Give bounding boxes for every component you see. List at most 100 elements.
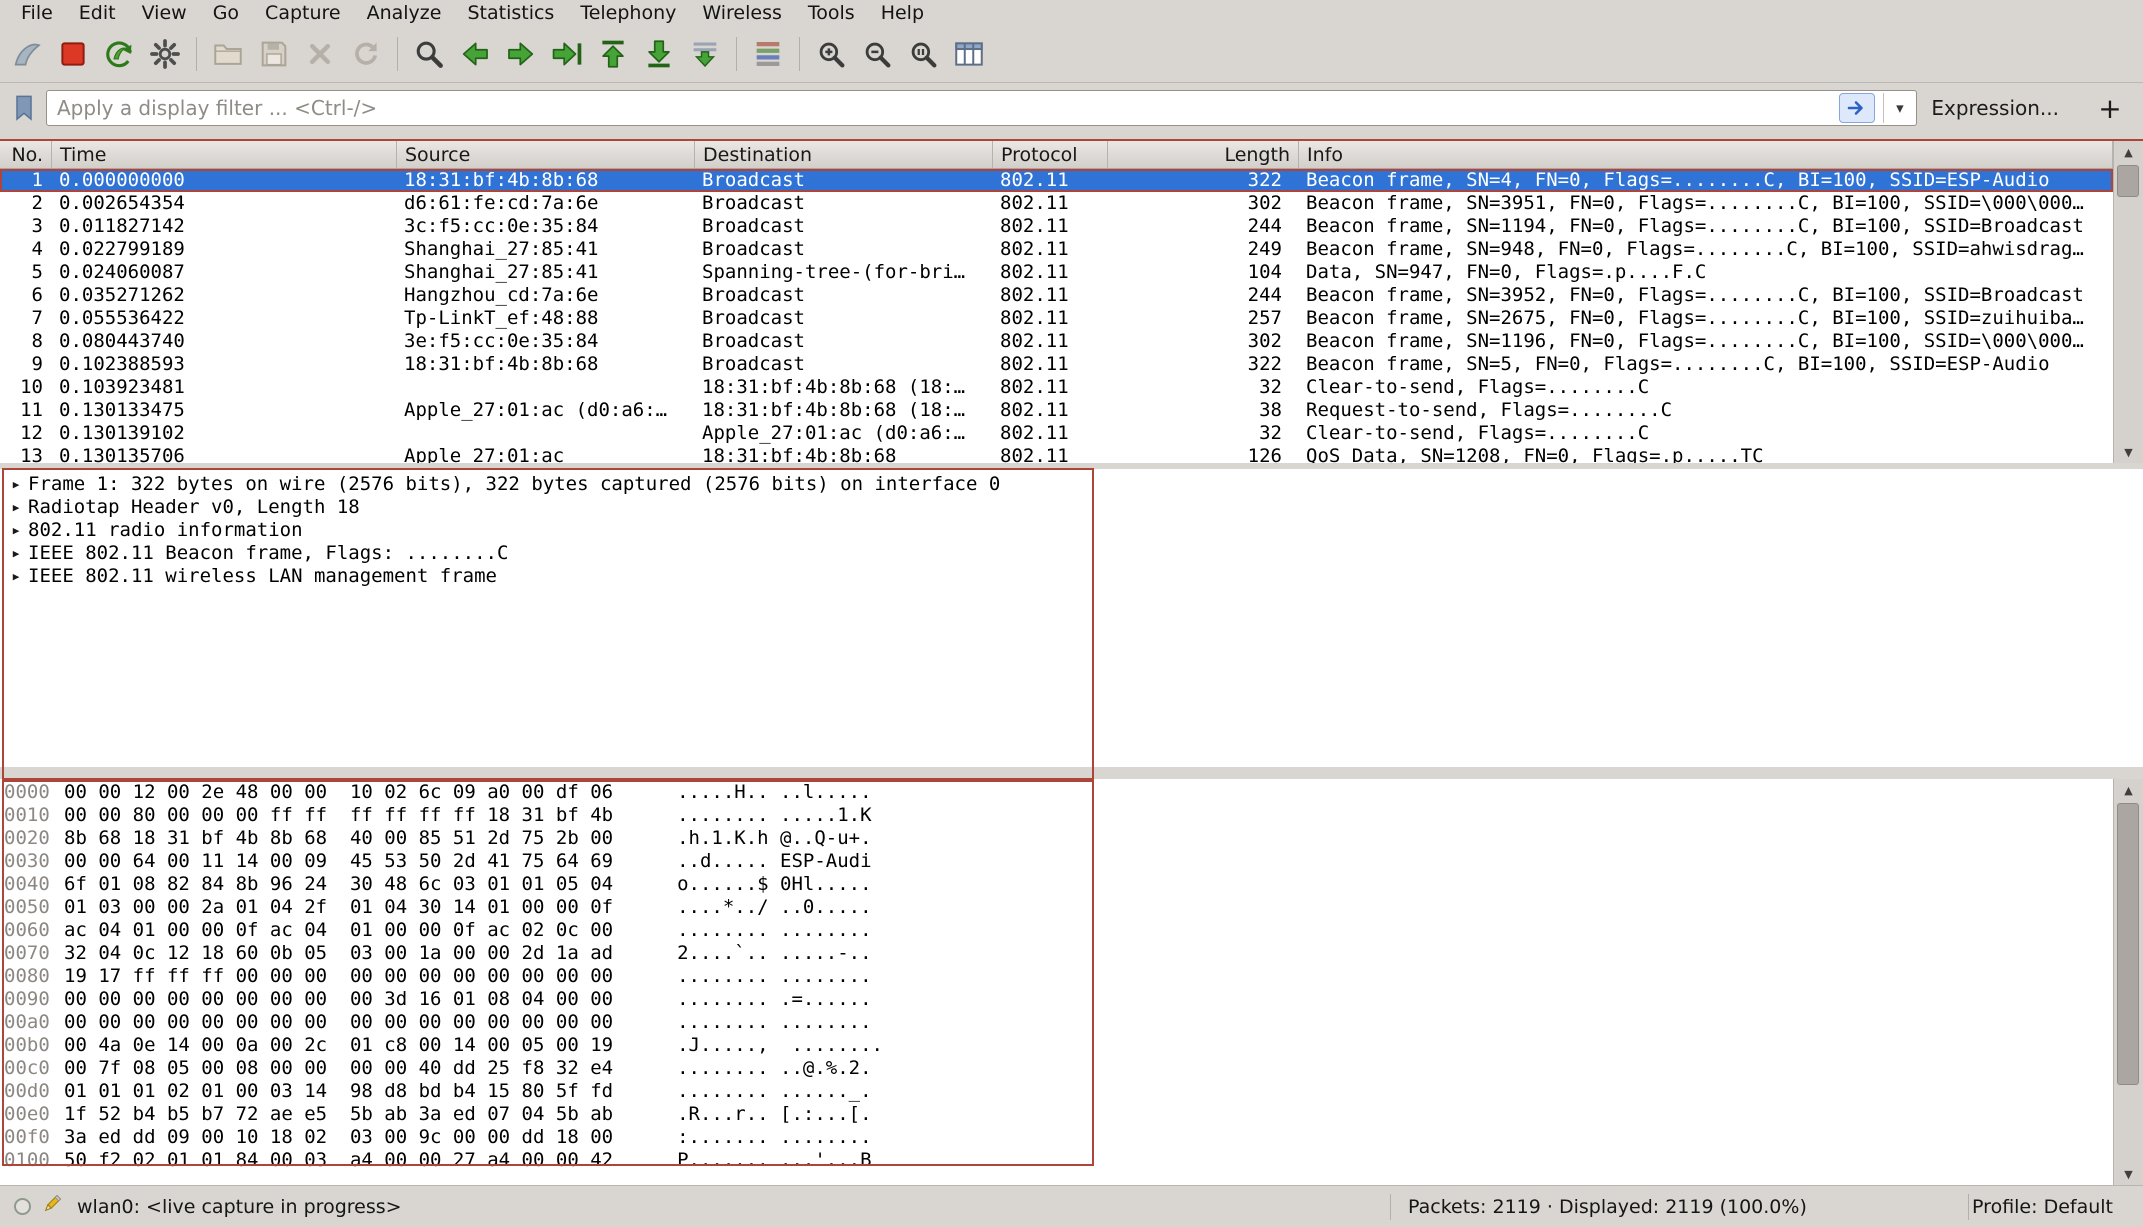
detail-line[interactable]: ▶802.11 radio information [6,519,2143,542]
menu-view[interactable]: View [129,2,200,24]
packet-row-5[interactable]: 50.024060087Shanghai_27:85:41Spanning-tr… [0,261,2113,284]
detail-text: IEEE 802.11 wireless LAN management fram… [28,565,497,588]
hex-row[interactable]: 00b000 4a 0e 14 00 0a 00 2c 01 c8 00 14 … [4,1034,2113,1057]
expand-arrow-icon[interactable]: ▶ [6,542,26,565]
packet-row-12[interactable]: 120.130139102Apple_27:01:ac (d0:a6:…802.… [0,422,2113,445]
packet-row-9[interactable]: 90.10238859318:31:bf:4b:8b:68Broadcast80… [0,353,2113,376]
menu-wireless[interactable]: Wireless [689,2,795,24]
menu-file[interactable]: File [8,2,66,24]
packet-row-6[interactable]: 60.035271262Hangzhou_cd:7a:6eBroadcast80… [0,284,2113,307]
filter-history-chevron-icon[interactable]: ▾ [1883,93,1915,123]
scrollbar-track[interactable] [2114,801,2143,1163]
packet-row-3[interactable]: 30.0118271423c:f5:cc:0e:35:84Broadcast80… [0,215,2113,238]
menu-telephony[interactable]: Telephony [567,2,689,24]
packet-row-13[interactable]: 130.130135706Apple_27:01:ac18:31:bf:4b:8… [0,445,2113,463]
scrollbar-thumb[interactable] [2117,165,2139,197]
detail-line[interactable]: ▶Radiotap Header v0, Length 18 [6,496,2143,519]
capture-status-icon[interactable] [14,1198,31,1215]
scroll-down-icon[interactable]: ▼ [2114,441,2143,463]
hex-row[interactable]: 005001 03 00 00 2a 01 04 2f 01 04 30 14 … [4,896,2113,919]
hex-row[interactable]: 007032 04 0c 12 18 60 0b 05 03 00 1a 00 … [4,942,2113,965]
filter-bookmark-button[interactable] [10,92,38,124]
column-header-time[interactable]: Time [52,141,397,168]
colorize-packets-button[interactable] [745,31,791,77]
packet-row-8[interactable]: 80.0804437403e:f5:cc:0e:35:84Broadcast80… [0,330,2113,353]
go-to-first-packet-button[interactable] [590,31,636,77]
hex-row[interactable]: 00a000 00 00 00 00 00 00 00 00 00 00 00 … [4,1011,2113,1034]
open-capture-file-button[interactable] [205,31,251,77]
reload-capture-file-button[interactable] [343,31,389,77]
hex-row[interactable]: 00406f 01 08 82 84 8b 96 24 30 48 6c 03 … [4,873,2113,896]
expand-arrow-icon[interactable]: ▶ [6,565,26,588]
start-capture-button[interactable] [4,31,50,77]
menu-capture[interactable]: Capture [252,2,354,24]
zoom-normal-button[interactable] [900,31,946,77]
go-back-button[interactable] [452,31,498,77]
profile-indicator[interactable]: Profile: Default [1972,1196,2113,1218]
expand-arrow-icon[interactable]: ▶ [6,496,26,519]
hex-row[interactable]: 0060ac 04 01 00 00 0f ac 04 01 00 00 0f … [4,919,2113,942]
packet-row-2[interactable]: 20.002654354d6:61:fe:cd:7a:6eBroadcast80… [0,192,2113,215]
expand-arrow-icon[interactable]: ▶ [6,519,26,542]
packet-row-10[interactable]: 100.10392348118:31:bf:4b:8b:68 (18:…802.… [0,376,2113,399]
restart-capture-button[interactable] [96,31,142,77]
expand-arrow-icon[interactable]: ▶ [6,473,26,496]
menu-tools[interactable]: Tools [795,2,868,24]
packet-row-4[interactable]: 40.022799189Shanghai_27:85:41Broadcast80… [0,238,2113,261]
hex-row[interactable]: 00d001 01 01 02 01 00 03 14 98 d8 bd b4 … [4,1080,2113,1103]
packet-row-1[interactable]: 10.00000000018:31:bf:4b:8b:68Broadcast80… [0,169,2113,192]
close-capture-file-button[interactable] [297,31,343,77]
go-to-packet-button[interactable] [544,31,590,77]
bytes-scrollbar[interactable]: ▲ ▼ [2113,779,2143,1185]
menu-analyze[interactable]: Analyze [354,2,455,24]
detail-line[interactable]: ▶IEEE 802.11 wireless LAN management fra… [6,565,2143,588]
save-capture-file-button[interactable] [251,31,297,77]
expression-button[interactable]: Expression... [1925,96,2065,120]
packet-row-11[interactable]: 110.130133475Apple_27:01:ac (d0:a6:…18:3… [0,399,2113,422]
packet-list-scrollbar[interactable]: ▲ ▼ [2113,141,2143,463]
auto-scroll-button[interactable] [682,31,728,77]
detail-line[interactable]: ▶Frame 1: 322 bytes on wire (2576 bits),… [6,473,2143,496]
scroll-up-icon[interactable]: ▲ [2114,141,2143,163]
menu-go[interactable]: Go [200,2,252,24]
zoom-out-button[interactable] [854,31,900,77]
resize-columns-button[interactable] [946,31,992,77]
capture-comment-button[interactable] [41,1193,63,1220]
hex-row[interactable]: 00f03a ed dd 09 00 10 18 02 03 00 9c 00 … [4,1126,2113,1149]
menu-help[interactable]: Help [868,2,937,24]
hex-row[interactable]: 009000 00 00 00 00 00 00 00 00 3d 16 01 … [4,988,2113,1011]
hex-row[interactable]: 003000 00 64 00 11 14 00 09 45 53 50 2d … [4,850,2113,873]
stop-capture-button[interactable] [50,31,96,77]
scrollbar-thumb[interactable] [2117,803,2139,1085]
column-header-info[interactable]: Info [1299,141,2113,168]
go-forward-button[interactable] [498,31,544,77]
hex-row[interactable]: 00c000 7f 08 05 00 08 00 00 00 00 40 dd … [4,1057,2113,1080]
scrollbar-track[interactable] [2114,163,2143,441]
column-header-no[interactable]: No. [0,141,52,168]
column-header-protocol[interactable]: Protocol [993,141,1108,168]
find-packet-button[interactable] [406,31,452,77]
hex-row[interactable]: 000000 00 12 00 2e 48 00 00 10 02 6c 09 … [4,781,2113,804]
hex-row[interactable]: 00e01f 52 b4 b5 b7 72 ae e5 5b ab 3a ed … [4,1103,2113,1126]
hex-row[interactable]: 010050 f2 02 01 01 84 00 03 a4 00 00 27 … [4,1149,2113,1172]
scroll-down-icon[interactable]: ▼ [2114,1163,2143,1185]
hex-row[interactable]: 00208b 68 18 31 bf 4b 8b 68 40 00 85 51 … [4,827,2113,850]
column-header-destination[interactable]: Destination [695,141,993,168]
pane-splitter-bottom[interactable] [0,767,2143,779]
display-filter-input[interactable] [46,90,1917,126]
hex-row[interactable]: 008019 17 ff ff ff 00 00 00 00 00 00 00 … [4,965,2113,988]
menu-edit[interactable]: Edit [66,2,129,24]
zoom-in-button[interactable] [808,31,854,77]
add-filter-button[interactable]: + [2089,92,2131,125]
packet-row-7[interactable]: 70.055536422Tp-LinkT_ef:48:88Broadcast80… [0,307,2113,330]
capture-options-button[interactable] [142,31,188,77]
hex-ascii: ........ ........ [677,1011,871,1033]
filter-apply-button[interactable] [1839,93,1875,123]
scroll-up-icon[interactable]: ▲ [2114,779,2143,801]
go-to-last-packet-button[interactable] [636,31,682,77]
menu-statistics[interactable]: Statistics [454,2,567,24]
column-header-source[interactable]: Source [397,141,695,168]
column-header-length[interactable]: Length [1108,141,1299,168]
hex-row[interactable]: 001000 00 80 00 00 00 ff ff ff ff ff ff … [4,804,2113,827]
detail-line[interactable]: ▶IEEE 802.11 Beacon frame, Flags: ......… [6,542,2143,565]
